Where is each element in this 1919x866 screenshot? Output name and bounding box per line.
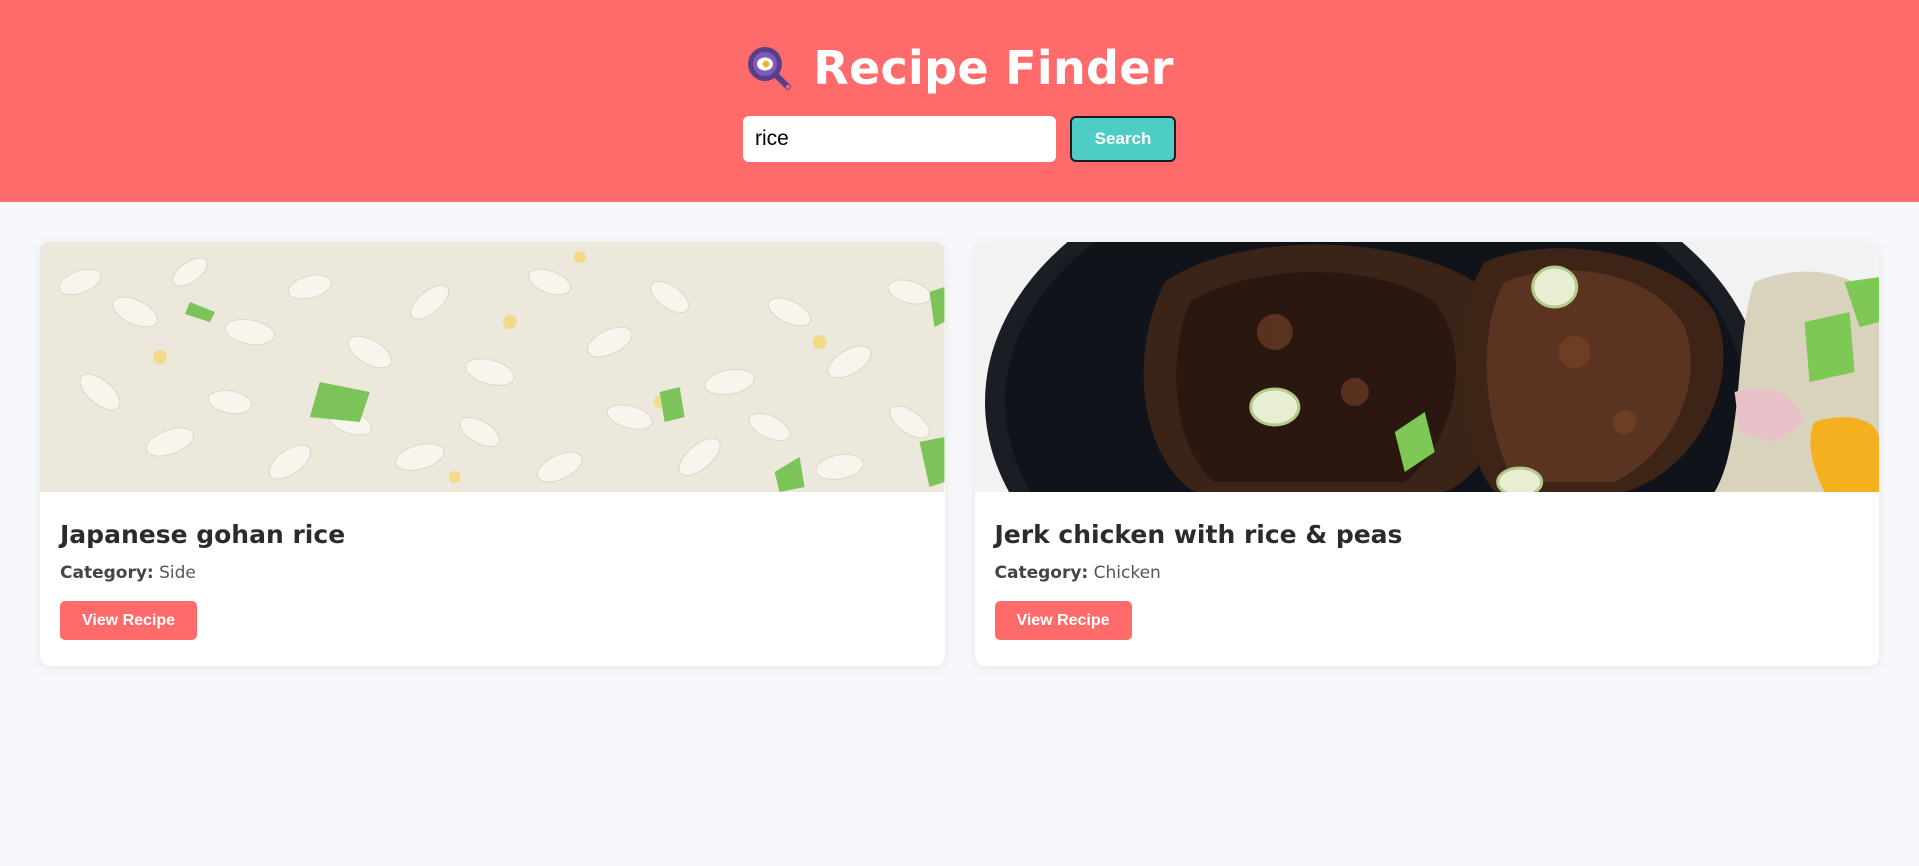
category-value: Chicken	[1093, 563, 1161, 583]
recipe-card: Jerk chicken with rice & peas Category: …	[974, 242, 1880, 666]
recipe-category: Category: Chicken	[995, 563, 1860, 583]
recipe-results: Japanese gohan rice Category: Side View …	[0, 202, 1919, 666]
card-body: Japanese gohan rice Category: Side View …	[40, 492, 945, 640]
page-title: Recipe Finder	[813, 41, 1174, 95]
view-recipe-button[interactable]: View Recipe	[60, 601, 197, 640]
search-button[interactable]: Search	[1070, 116, 1176, 162]
category-label: Category:	[994, 563, 1089, 583]
recipe-title: Jerk chicken with rice & peas	[994, 520, 1403, 549]
category-value: Side	[159, 563, 196, 583]
magnifier-with-egg-icon	[748, 47, 792, 90]
jerk-chicken-photo	[974, 242, 1879, 492]
view-recipe-button[interactable]: View Recipe	[994, 601, 1132, 640]
recipe-card: Japanese gohan rice Category: Side View …	[40, 242, 945, 666]
fried-rice-photo	[40, 242, 945, 492]
header: Recipe Finder Search	[0, 0, 1919, 202]
recipe-title: Japanese gohan rice	[60, 520, 346, 549]
title-row: Recipe Finder	[0, 40, 1919, 96]
search-input[interactable]	[743, 116, 1056, 162]
category-label: Category:	[60, 563, 154, 583]
recipe-category: Category: Side	[60, 563, 925, 583]
card-body: Jerk chicken with rice & peas Category: …	[975, 492, 1880, 640]
search-bar: Search	[0, 116, 1919, 162]
